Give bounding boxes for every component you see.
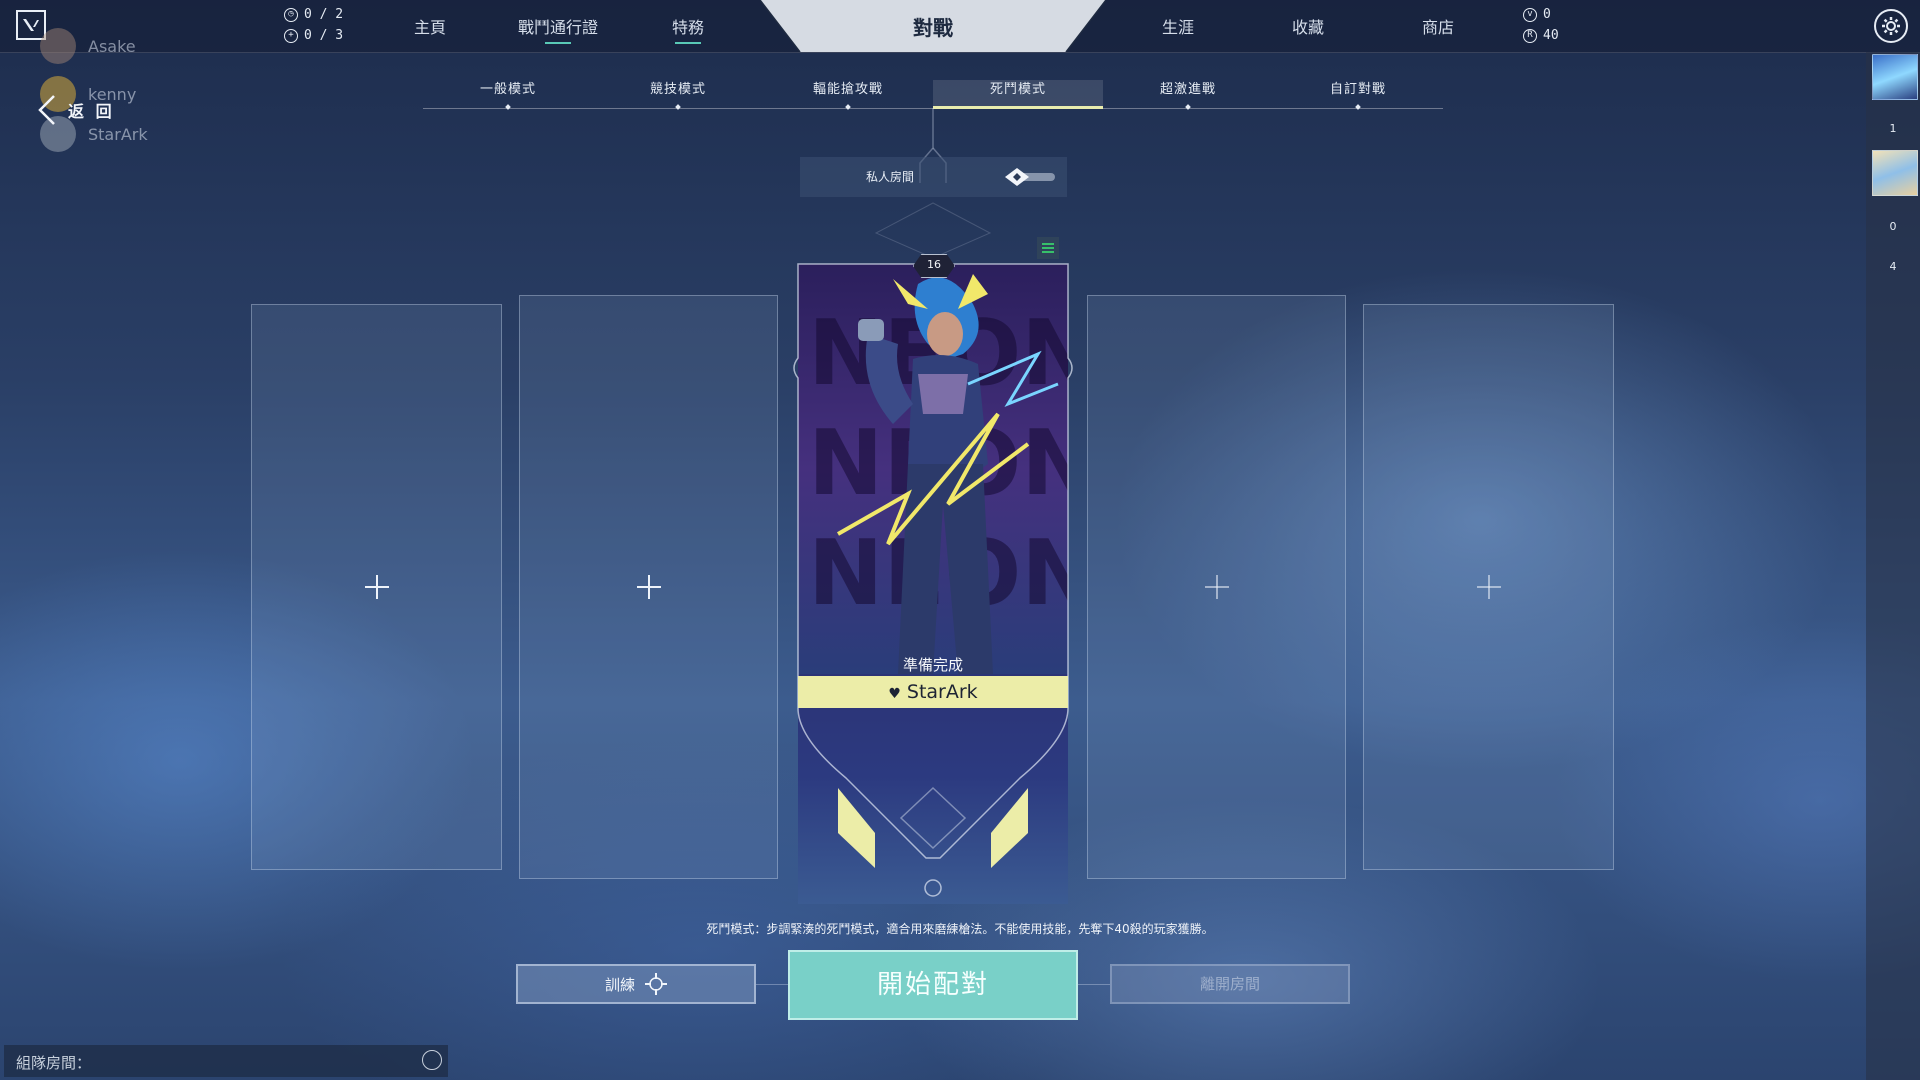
- valorant-points-icon: v: [1523, 7, 1537, 22]
- tab-label: 一般模式: [479, 82, 536, 97]
- counter-value: 0 / 3: [304, 28, 344, 43]
- mode-description: 死鬥模式：步調緊湊的死鬥模式，適合用來磨練槍法。不能使用技能，先奪下40殺的玩家…: [706, 922, 1214, 936]
- tab-unrated[interactable]: 一般模式: [423, 80, 593, 110]
- private-room-label: 私人房間: [865, 170, 914, 184]
- back-label: 返 回: [68, 102, 115, 121]
- clock-icon: ◷: [284, 7, 298, 22]
- player-name-bar: ♥ StarArk: [798, 676, 1068, 708]
- chevron-left-icon: [38, 95, 55, 125]
- tab-escalation[interactable]: 超激進戰: [1103, 80, 1273, 110]
- tab-spike-rush[interactable]: 輻能搶攻戰: [763, 80, 933, 110]
- nav-collection[interactable]: 收藏: [1288, 14, 1328, 38]
- leave-label: 離開房間: [1199, 975, 1260, 993]
- nav-label: 特務: [671, 18, 704, 37]
- nav-home[interactable]: 主頁: [410, 14, 450, 38]
- button-connector-line: [756, 984, 788, 985]
- player-card-frame: [793, 263, 1073, 897]
- tab-label: 競技模式: [649, 82, 706, 97]
- empty-party-slot[interactable]: [1363, 304, 1614, 870]
- tab-label: 死鬥模式: [989, 82, 1046, 97]
- crosshair-icon: [645, 973, 667, 995]
- add-player-icon: [1476, 575, 1501, 599]
- empty-party-slot[interactable]: [519, 295, 778, 879]
- private-room-toggle[interactable]: [1005, 168, 1057, 186]
- add-player-icon: [636, 575, 661, 599]
- rp-value: 40: [1543, 28, 1559, 43]
- back-button[interactable]: 返 回: [36, 92, 115, 128]
- nav-label: 戰鬥通行證: [517, 18, 598, 37]
- leave-room-button[interactable]: 離開房間: [1110, 964, 1350, 1004]
- tab-custom[interactable]: 自訂對戰: [1273, 80, 1443, 110]
- friends-ingame-count: 0: [1889, 220, 1897, 233]
- start-matchmaking-button[interactable]: 開始配對: [788, 950, 1078, 1020]
- chat-label: 組隊房間：: [16, 1054, 92, 1072]
- list-view-icon[interactable]: [1037, 237, 1059, 259]
- nav-label: 主頁: [413, 18, 446, 37]
- nav-progress-underline: [675, 42, 701, 44]
- weekly-mission-counter: + 0 / 3: [284, 28, 343, 43]
- nav-label: 生涯: [1161, 18, 1194, 37]
- counter-value: 0 / 2: [304, 7, 344, 22]
- friends-rail: 1 0 4: [1866, 52, 1920, 1080]
- ready-status: 準備完成: [902, 656, 963, 674]
- party-member-name: Asake: [88, 36, 136, 56]
- friends-offline-count: 4: [1889, 260, 1897, 273]
- nav-store[interactable]: 商店: [1418, 14, 1458, 38]
- button-connector-line: [1078, 984, 1110, 985]
- nav-play-label: 對戰: [913, 16, 953, 40]
- add-player-icon: [364, 575, 389, 599]
- party-chat-input[interactable]: 組隊房間：: [4, 1045, 448, 1077]
- start-label: 開始配對: [876, 970, 989, 1000]
- avatar: [40, 28, 76, 64]
- tab-label: 超激進戰: [1159, 82, 1216, 97]
- tab-label: 自訂對戰: [1329, 82, 1386, 97]
- nav-label: 收藏: [1291, 18, 1324, 37]
- empty-party-slot[interactable]: [1087, 295, 1346, 879]
- nav-play-tab[interactable]: 對戰: [760, 0, 1106, 52]
- nav-battlepass[interactable]: 戰鬥通行證: [508, 14, 608, 44]
- nav-progress-underline: [545, 42, 571, 44]
- add-player-icon: [1204, 575, 1229, 599]
- plus-circle-icon: +: [284, 28, 298, 43]
- nav-agents[interactable]: 特務: [668, 14, 708, 44]
- party-member[interactable]: Asake: [40, 26, 148, 66]
- friend-avatar[interactable]: [1872, 150, 1918, 196]
- tab-deathmatch[interactable]: 死鬥模式: [933, 80, 1103, 109]
- rp-balance[interactable]: R 40: [1523, 28, 1559, 43]
- nav-label: 商店: [1421, 18, 1454, 37]
- vp-value: 0: [1543, 7, 1551, 22]
- mode-tabs: 一般模式 競技模式 輻能搶攻戰 死鬥模式 超激進戰 自訂對戰: [423, 80, 1443, 110]
- player-level-badge: 16: [913, 254, 955, 278]
- tab-label: 輻能搶攻戰: [812, 82, 883, 97]
- training-label: 訓練: [604, 975, 635, 994]
- player-card[interactable]: NEON NEON NEON 16 準備完成 ♥StarArk: [793, 254, 1073, 904]
- friend-avatar[interactable]: [1872, 54, 1918, 100]
- vp-balance[interactable]: v 0: [1523, 7, 1551, 22]
- training-button[interactable]: 訓練: [516, 964, 756, 1004]
- nav-career[interactable]: 生涯: [1158, 14, 1198, 38]
- empty-party-slot[interactable]: [251, 304, 502, 870]
- settings-gear-icon[interactable]: [1874, 9, 1908, 43]
- chat-channel-icon[interactable]: [422, 1050, 442, 1070]
- radianite-points-icon: R: [1523, 28, 1537, 43]
- friends-online-count: 1: [1889, 122, 1897, 135]
- tab-competitive[interactable]: 競技模式: [593, 80, 763, 110]
- party-leader-icon: ♥: [888, 686, 901, 702]
- daily-mission-counter: ◷ 0 / 2: [284, 7, 343, 22]
- private-room-toggle-row[interactable]: 私人房間: [800, 157, 1067, 197]
- player-name: StarArk: [906, 681, 978, 703]
- party-list: Asake kenny StarArk: [40, 26, 148, 154]
